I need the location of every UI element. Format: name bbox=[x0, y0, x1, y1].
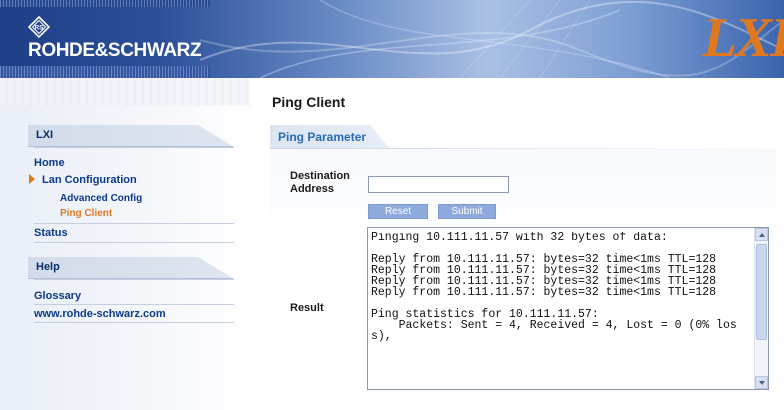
sidebar-item-advanced-config[interactable]: Advanced Config bbox=[60, 193, 142, 204]
banner-wave-graphic bbox=[200, 0, 784, 78]
sidebar-divider bbox=[34, 322, 234, 323]
sidebar-section-lxi: LXI bbox=[28, 125, 234, 147]
submit-button[interactable]: Submit bbox=[438, 204, 496, 219]
sidebar-divider bbox=[34, 279, 234, 280]
sidebar-section-title: Help bbox=[36, 261, 60, 273]
sidebar-item-home[interactable]: Home bbox=[34, 157, 65, 169]
banner-stripe-top bbox=[0, 0, 210, 7]
section-title: Ping Parameter bbox=[278, 130, 367, 144]
scroll-thumb[interactable] bbox=[756, 244, 767, 340]
sidebar-divider bbox=[34, 242, 234, 243]
lxi-logo: LXI bbox=[702, 7, 784, 69]
sidebar-item-rohde-schwarz-link[interactable]: www.rohde-schwarz.com bbox=[34, 308, 166, 320]
result-label: Result bbox=[290, 302, 324, 314]
sidebar-section-title: LXI bbox=[36, 129, 54, 141]
destination-label-line1: Destination bbox=[290, 170, 350, 182]
reset-button[interactable]: Reset bbox=[368, 204, 428, 219]
destination-label-line2: Address bbox=[290, 183, 335, 195]
section-divider bbox=[270, 148, 776, 149]
result-scrollbar[interactable] bbox=[754, 228, 768, 389]
result-textarea[interactable]: Pinging 10.111.11.57 with 32 bytes of da… bbox=[367, 227, 769, 390]
rohde-schwarz-emblem-icon: RS bbox=[28, 16, 50, 38]
scroll-up-arrow-icon[interactable] bbox=[755, 228, 768, 241]
brand-name: ROHDE&SCHWARZ bbox=[28, 40, 202, 61]
header-banner: RS ROHDE&SCHWARZ LXI bbox=[0, 0, 784, 78]
sidebar-section-help: Help bbox=[28, 257, 234, 279]
svg-text:RS: RS bbox=[34, 25, 44, 32]
expanded-arrow-icon bbox=[29, 174, 35, 184]
section-header-ping-parameter: Ping Parameter bbox=[270, 125, 390, 149]
sidebar-item-glossary[interactable]: Glossary bbox=[34, 290, 81, 302]
sidebar-divider bbox=[34, 304, 234, 305]
sidebar-item-status[interactable]: Status bbox=[34, 227, 68, 239]
scroll-down-arrow-icon[interactable] bbox=[755, 376, 768, 389]
sidebar-item-lan-configuration[interactable]: Lan Configuration bbox=[42, 174, 137, 186]
page-title: Ping Client bbox=[272, 94, 346, 110]
sidebar-divider bbox=[34, 147, 234, 148]
sidebar-divider bbox=[34, 223, 234, 224]
destination-address-input[interactable] bbox=[368, 176, 509, 193]
sidebar-item-ping-client[interactable]: Ping Client bbox=[60, 208, 112, 219]
banner-stripe-bottom bbox=[0, 66, 210, 78]
result-output: Pinging 10.111.11.57 with 32 bytes of da… bbox=[371, 232, 737, 343]
